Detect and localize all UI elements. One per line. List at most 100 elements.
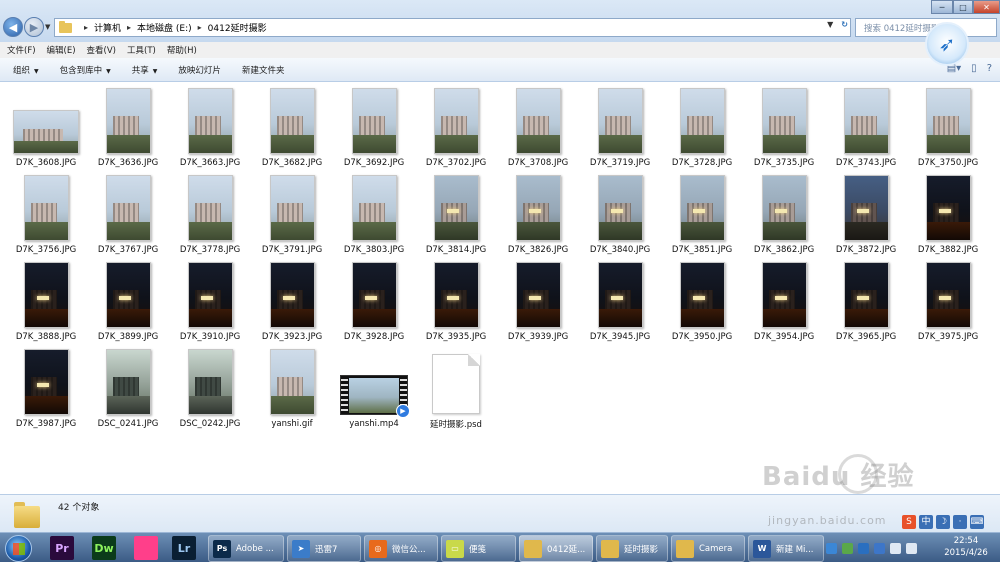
- file-item[interactable]: D7K_3636.JPG: [88, 88, 168, 168]
- close-button[interactable]: ✕: [973, 0, 1000, 14]
- breadcrumb-computer[interactable]: 计算机: [94, 21, 121, 34]
- file-item[interactable]: D7K_3862.JPG: [744, 175, 824, 255]
- file-item[interactable]: D7K_3702.JPG: [416, 88, 496, 168]
- file-item[interactable]: D7K_3945.JPG: [580, 262, 660, 342]
- taskbar-button[interactable]: Camera: [671, 535, 745, 562]
- colorful-app-icon[interactable]: [134, 536, 158, 560]
- taskbar-button[interactable]: W 新建 Mi...: [748, 535, 824, 562]
- taskbar-button[interactable]: 延时摄影: [596, 535, 668, 562]
- address-dropdown-icon[interactable]: ▼: [827, 20, 833, 29]
- file-item[interactable]: D7K_3939.JPG: [498, 262, 578, 342]
- share-button[interactable]: 共享 ▼: [132, 64, 158, 76]
- tray-shield-icon[interactable]: [858, 542, 869, 554]
- new-folder-button[interactable]: 新建文件夹: [242, 64, 285, 76]
- refresh-icon[interactable]: ↻: [841, 20, 848, 29]
- file-item[interactable]: D7K_3954.JPG: [744, 262, 824, 342]
- file-item[interactable]: D7K_3899.JPG: [88, 262, 168, 342]
- clock[interactable]: 22:54 2015/4/26: [936, 535, 996, 559]
- file-item[interactable]: D7K_3728.JPG: [662, 88, 742, 168]
- menu-help[interactable]: 帮助(H): [167, 44, 197, 56]
- breadcrumb-drive-e[interactable]: 本地磁盘 (E:): [137, 21, 192, 34]
- menu-view[interactable]: 查看(V): [87, 44, 116, 56]
- file-item[interactable]: D7K_3735.JPG: [744, 88, 824, 168]
- ime-moon-icon[interactable]: ☽: [936, 515, 950, 529]
- taskbar-button[interactable]: 0412延...: [519, 535, 593, 562]
- file-item[interactable]: yanshi.gif: [252, 349, 332, 429]
- file-item[interactable]: D7K_3803.JPG: [334, 175, 414, 255]
- premiere-icon[interactable]: Pr: [50, 536, 74, 560]
- menu-edit[interactable]: 编辑(E): [47, 44, 76, 56]
- recent-pages-dropdown[interactable]: ▼: [45, 23, 50, 31]
- file-item[interactable]: D7K_3791.JPG: [252, 175, 332, 255]
- slideshow-button[interactable]: 放映幻灯片: [178, 64, 221, 76]
- volume-icon[interactable]: [906, 542, 917, 554]
- help-icon[interactable]: ?: [987, 63, 992, 74]
- ime-keyboard-icon[interactable]: ⌨: [970, 515, 984, 529]
- file-item[interactable]: D7K_3851.JPG: [662, 175, 742, 255]
- file-item[interactable]: D7K_3719.JPG: [580, 88, 660, 168]
- back-button[interactable]: ◀: [3, 17, 23, 37]
- preview-pane-icon[interactable]: ▯: [971, 63, 977, 74]
- ime-toolbar[interactable]: S 中 ☽ · ⌨: [902, 514, 984, 530]
- image-thumbnail: [351, 262, 397, 328]
- file-item[interactable]: D7K_3965.JPG: [826, 262, 906, 342]
- file-item[interactable]: D7K_3840.JPG: [580, 175, 660, 255]
- address-bar[interactable]: ▸ 计算机 ▸ 本地磁盘 (E:) ▸ 0412延时摄影 ▼ ↻: [54, 18, 851, 37]
- file-item[interactable]: ▶ yanshi.mp4: [334, 349, 414, 429]
- network-icon[interactable]: [890, 542, 901, 554]
- include-in-library-button[interactable]: 包含到库中 ▼: [60, 64, 111, 76]
- tray-app-icon[interactable]: [826, 542, 837, 554]
- file-item[interactable]: D7K_3692.JPG: [334, 88, 414, 168]
- file-item[interactable]: D7K_3608.JPG: [6, 88, 86, 168]
- file-item[interactable]: D7K_3987.JPG: [6, 349, 86, 429]
- file-item[interactable]: D7K_3975.JPG: [908, 262, 988, 342]
- start-button[interactable]: [5, 535, 32, 562]
- file-item[interactable]: DSC_0242.JPG: [170, 349, 250, 429]
- chevron-right-icon[interactable]: ▸: [127, 23, 131, 32]
- dreamweaver-icon[interactable]: Dw: [92, 536, 116, 560]
- chevron-right-icon[interactable]: ▸: [198, 23, 202, 32]
- chevron-right-icon[interactable]: ▸: [84, 23, 88, 32]
- taskbar-button[interactable]: ◎ 微信公...: [364, 535, 438, 562]
- file-item[interactable]: D7K_3756.JPG: [6, 175, 86, 255]
- thunder-float-icon[interactable]: ➶: [925, 22, 969, 66]
- arrow-left-icon: ◀: [8, 20, 18, 34]
- menu-file[interactable]: 文件(F): [7, 44, 36, 56]
- file-item[interactable]: D7K_3826.JPG: [498, 175, 578, 255]
- file-item[interactable]: D7K_3767.JPG: [88, 175, 168, 255]
- forward-button[interactable]: ▶: [24, 17, 44, 37]
- ime-punct-icon[interactable]: ·: [953, 515, 967, 529]
- file-item[interactable]: D7K_3814.JPG: [416, 175, 496, 255]
- file-name: D7K_3945.JPG: [589, 332, 651, 342]
- file-item[interactable]: D7K_3928.JPG: [334, 262, 414, 342]
- file-item[interactable]: D7K_3923.JPG: [252, 262, 332, 342]
- file-item[interactable]: D7K_3935.JPG: [416, 262, 496, 342]
- lightroom-icon[interactable]: Lr: [172, 536, 196, 560]
- file-item[interactable]: D7K_3778.JPG: [170, 175, 250, 255]
- tray-thunder-icon[interactable]: [874, 542, 885, 554]
- organize-button[interactable]: 组织 ▼: [13, 64, 39, 76]
- file-item[interactable]: DSC_0241.JPG: [88, 349, 168, 429]
- file-item[interactable]: D7K_3750.JPG: [908, 88, 988, 168]
- file-item[interactable]: D7K_3682.JPG: [252, 88, 332, 168]
- file-item[interactable]: D7K_3888.JPG: [6, 262, 86, 342]
- taskbar-button[interactable]: Ps Adobe ...: [208, 535, 284, 562]
- file-item[interactable]: D7K_3910.JPG: [170, 262, 250, 342]
- maximize-button[interactable]: □: [953, 0, 973, 14]
- file-item[interactable]: D7K_3950.JPG: [662, 262, 742, 342]
- ime-chinese-icon[interactable]: 中: [919, 515, 933, 529]
- minimize-button[interactable]: ─: [931, 0, 953, 14]
- file-item[interactable]: D7K_3708.JPG: [498, 88, 578, 168]
- file-name: D7K_3840.JPG: [589, 245, 651, 255]
- file-item[interactable]: D7K_3663.JPG: [170, 88, 250, 168]
- breadcrumb-current-folder[interactable]: 0412延时摄影: [208, 21, 267, 34]
- sogou-ime-icon[interactable]: S: [902, 515, 916, 529]
- tray-security-icon[interactable]: [842, 542, 853, 554]
- file-item[interactable]: D7K_3743.JPG: [826, 88, 906, 168]
- file-item[interactable]: D7K_3872.JPG: [826, 175, 906, 255]
- taskbar-button[interactable]: ▭ 便笺: [441, 535, 516, 562]
- taskbar-button[interactable]: ➤ 迅雷7: [287, 535, 361, 562]
- menu-tools[interactable]: 工具(T): [127, 44, 156, 56]
- file-item[interactable]: 延时摄影.psd: [416, 349, 496, 430]
- file-item[interactable]: D7K_3882.JPG: [908, 175, 988, 255]
